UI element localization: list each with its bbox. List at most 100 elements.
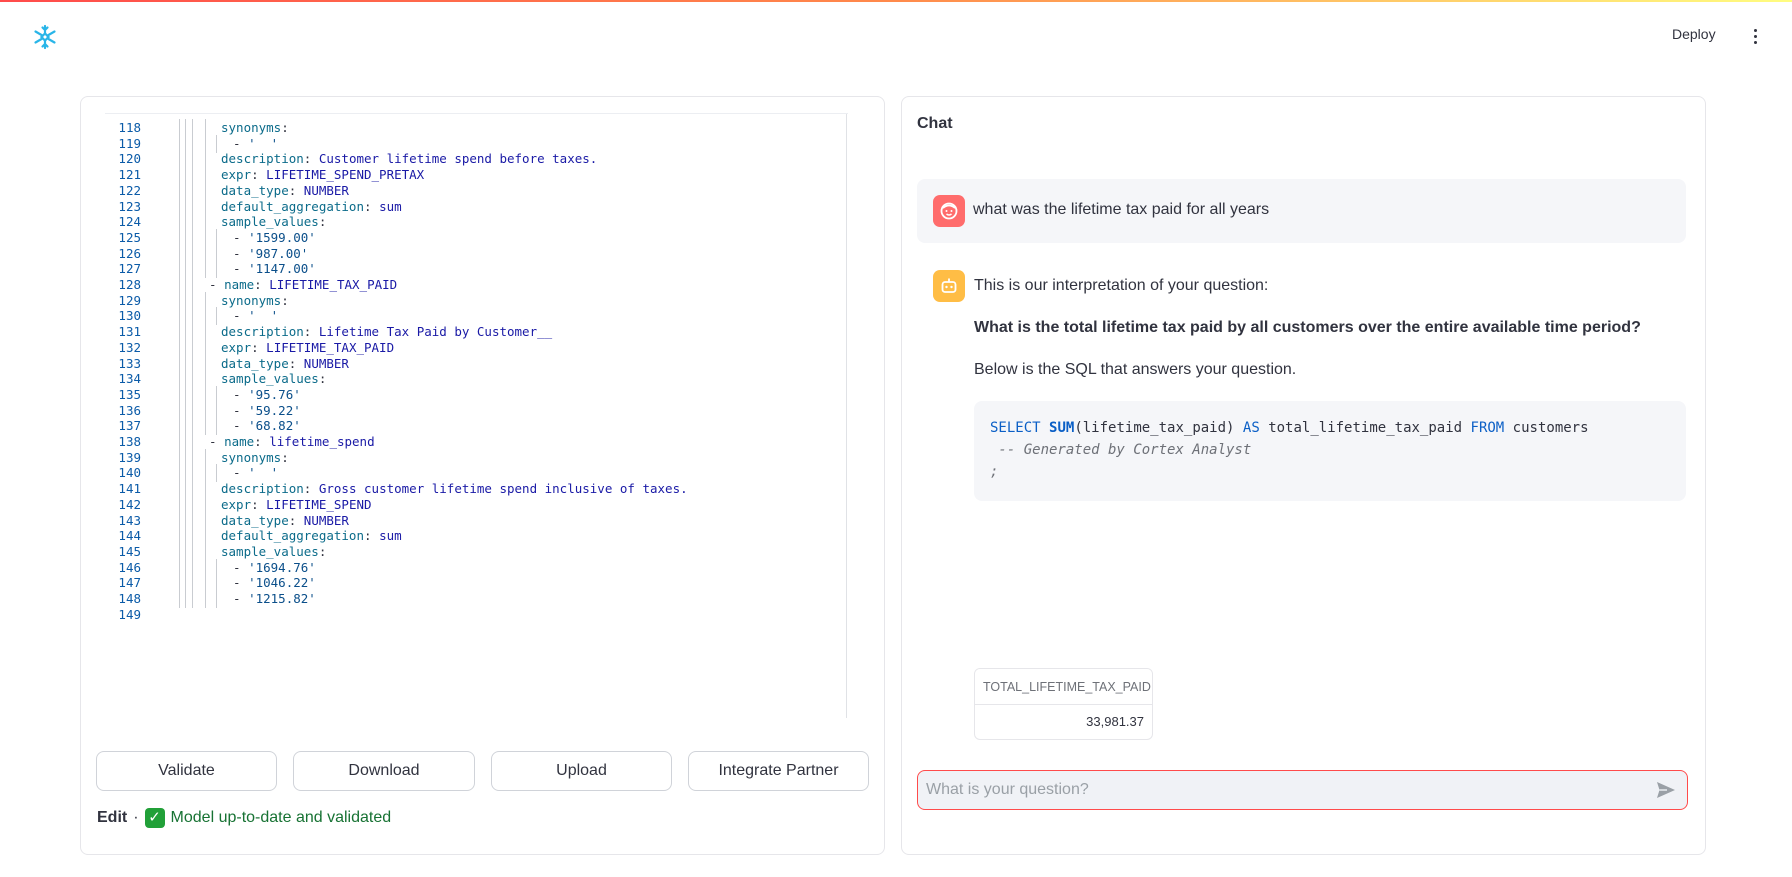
app-header: Deploy [0,2,1792,66]
code-token: LIFETIME_TAX_PAID [269,277,398,292]
sql-keyword: FROM [1470,420,1505,436]
code-token: - [233,465,249,481]
code-line[interactable]: 149 [105,606,845,624]
sql-table: customers [1512,420,1589,436]
sql-code-block[interactable]: SELECT SUM(lifetime_tax_paid) AS total_l… [974,401,1686,501]
code-token: data_type [221,512,289,528]
code-token: Lifetime Tax Paid by Customer__ [318,324,553,340]
snowflake-icon[interactable] [32,24,58,50]
code-token: : [303,324,319,340]
code-token: : [318,543,327,559]
code-token: - [233,559,249,575]
code-token: expr [221,167,252,183]
code-token: : [318,214,327,230]
code-token: - [233,386,249,402]
sql-terminator: ; [990,464,999,480]
sql-keyword: SELECT [990,420,1041,436]
code-token: expr [221,496,252,512]
code-token: '1599.00' [248,229,316,245]
code-token: Customer lifetime spend before taxes. [318,151,598,167]
integrate-partner-button[interactable]: Integrate Partner [688,751,869,791]
result-table[interactable]: TOTAL_LIFETIME_TAX_PAID 33,981.37 [974,668,1153,740]
code-token: sample_values [221,371,319,387]
chat-input-container [917,770,1688,810]
code-token: ' ' [248,465,279,481]
code-token: LIFETIME_SPEND [266,496,372,512]
code-token: '59.22' [248,402,301,418]
code-token: sum [379,198,402,214]
code-token: : [281,449,289,465]
semantic-model-editor-panel: 118 synonyms: 119- ' ' 120 description: Cust… [80,96,885,855]
code-token: - [233,591,249,606]
code-token: : [254,434,270,449]
code-token: : [318,371,327,387]
code-token: : [251,339,267,355]
sql-argument: (lifetime_tax_paid) [1074,420,1235,436]
code-token: '1147.00' [248,261,316,277]
code-token: - [233,245,249,261]
result-cell[interactable]: 33,981.37 [975,705,1152,739]
sql-comment: -- Generated by Cortex Analyst [990,442,1252,458]
code-token: : [303,151,319,167]
assistant-avatar-icon [933,270,965,302]
code-token: name [224,434,255,449]
chat-panel: Chat what was the lifetime tax paid for … [901,96,1706,855]
assistant-intro-text: This is our interpretation of your quest… [974,277,1269,294]
code-token: Gross customer lifetime spend inclusive … [318,481,688,497]
chat-title: Chat [917,115,953,132]
assistant-interpretation: What is the total lifetime tax paid by a… [974,319,1641,336]
code-token: - [233,402,249,418]
assistant-sql-intro: Below is the SQL that answers your quest… [974,361,1297,378]
kebab-menu-icon[interactable] [1748,26,1762,46]
code-token: data_type [221,355,289,371]
code-token: sum [379,528,402,544]
upload-button[interactable]: Upload [491,751,672,791]
code-token: : [364,198,380,214]
code-token: expr [221,339,252,355]
validate-button[interactable]: Validate [96,751,277,791]
status-separator: · [133,809,139,826]
code-token: : [281,292,289,308]
download-button[interactable]: Download [293,751,475,791]
status-message: Model up-to-date and validated [170,809,392,826]
code-token: synonyms [221,292,282,308]
code-token: NUMBER [303,512,349,528]
code-token: : [251,167,267,183]
user-message-text: what was the lifetime tax paid for all y… [973,201,1270,218]
code-token: - [233,261,249,277]
code-token: ' ' [248,135,279,151]
code-token: description [221,324,304,340]
code-token: lifetime_spend [269,434,375,449]
code-token: data_type [221,182,289,198]
code-token: '95.76' [248,386,301,402]
code-token: - [209,434,225,449]
code-token: - [209,277,225,292]
user-message: what was the lifetime tax paid for all y… [917,179,1686,243]
code-token: : [281,120,289,135]
yaml-code-editor[interactable]: 118 synonyms: 119- ' ' 120 description: Cust… [105,113,848,718]
result-column-header[interactable]: TOTAL_LIFETIME_TAX_PAID [975,669,1152,705]
deploy-button[interactable]: Deploy [1672,26,1716,42]
sql-alias: total_lifetime_tax_paid [1268,420,1463,436]
sql-keyword: AS [1242,420,1260,436]
sql-line-1: SELECT SUM(lifetime_tax_paid) AS total_l… [990,417,1670,439]
question-input[interactable] [926,771,1626,809]
code-token: description [221,481,304,497]
code-token: '1046.22' [248,575,316,591]
send-icon[interactable] [1656,781,1676,799]
code-token: : [288,512,304,528]
code-token: NUMBER [303,355,349,371]
code-token: : [254,277,270,292]
user-avatar-icon [933,195,965,227]
code-token: : [251,496,267,512]
code-token: synonyms [221,449,282,465]
editor-scrollbar[interactable] [846,114,847,718]
code-token: - [233,229,249,245]
check-mark-icon: ✓ [144,808,165,828]
code-token: name [224,277,255,292]
code-token: - [233,308,249,324]
code-token: NUMBER [303,182,349,198]
code-token: '1215.82' [248,591,316,606]
line-number: 149 [118,606,141,622]
edit-label[interactable]: Edit [97,809,127,827]
